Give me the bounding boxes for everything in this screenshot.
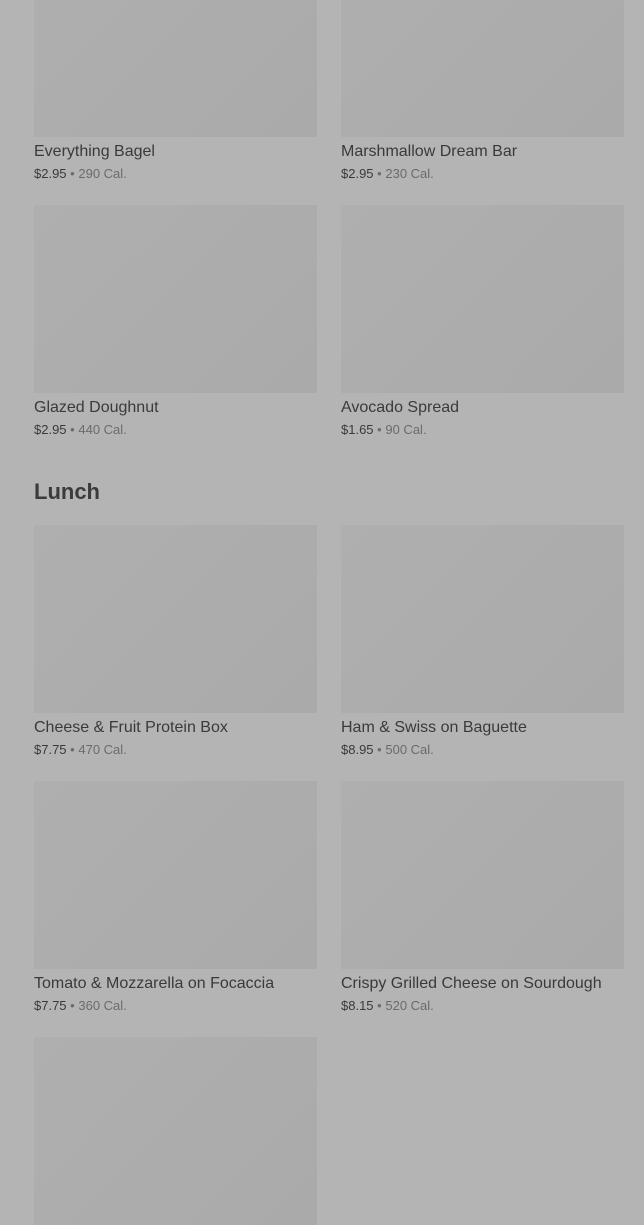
item-price: $7.75 [34, 998, 67, 1013]
menu-item-card[interactable]: Glazed Doughnut $2.95 • 440 Cal. [34, 205, 317, 437]
item-name: Everything Bagel [34, 143, 155, 160]
item-price: $2.95 [34, 422, 67, 437]
item-meta: $8.95 • 500 Cal. [341, 742, 624, 757]
item-price: $1.65 [341, 422, 374, 437]
item-meta: $1.65 • 90 Cal. [341, 422, 624, 437]
item-image-placeholder [34, 205, 317, 393]
item-name: Crispy Grilled Cheese on Sourdough [341, 975, 602, 992]
section-title-lunch: Lunch [34, 479, 100, 504]
menu-item-card-partial[interactable] [34, 1037, 317, 1225]
item-price: $8.95 [341, 742, 374, 757]
menu-item-card[interactable]: Everything Bagel $2.95 • 290 Cal. [34, 0, 317, 181]
item-meta: $2.95 • 440 Cal. [34, 422, 317, 437]
item-image-placeholder [34, 1037, 317, 1225]
meta-separator: • [70, 422, 75, 437]
item-calories: 230 Cal. [385, 166, 434, 181]
item-calories: 360 Cal. [78, 998, 127, 1013]
item-name: Cheese & Fruit Protein Box [34, 719, 228, 736]
item-name: Glazed Doughnut [34, 399, 159, 416]
item-name: Ham & Swiss on Baguette [341, 719, 527, 736]
item-image-placeholder [34, 525, 317, 713]
item-image-placeholder [34, 0, 317, 137]
lunch-grid: Cheese & Fruit Protein Box $7.75 • 470 C… [34, 525, 624, 757]
meta-separator: • [70, 998, 75, 1013]
item-calories: 90 Cal. [385, 422, 427, 437]
lunch-grid-row2: Tomato & Mozzarella on Focaccia $7.75 • … [34, 781, 624, 1013]
breakfast-grid: Everything Bagel $2.95 • 290 Cal. Marshm… [34, 0, 624, 181]
item-calories: 440 Cal. [78, 422, 127, 437]
item-meta: $2.95 • 230 Cal. [341, 166, 624, 181]
item-price: $2.95 [341, 166, 374, 181]
menu-page: Everything Bagel $2.95 • 290 Cal. Marshm… [34, 0, 624, 1225]
item-name: Marshmallow Dream Bar [341, 143, 518, 160]
item-image-placeholder [341, 781, 624, 969]
item-price: $8.15 [341, 998, 374, 1013]
meta-separator: • [377, 422, 382, 437]
menu-item-card[interactable]: Ham & Swiss on Baguette $8.95 • 500 Cal. [341, 525, 624, 757]
breakfast-grid-row2: Glazed Doughnut $2.95 • 440 Cal. Avocado… [34, 205, 624, 437]
item-price: $7.75 [34, 742, 67, 757]
meta-separator: • [377, 166, 382, 181]
item-image-placeholder [34, 781, 317, 969]
item-meta: $7.75 • 470 Cal. [34, 742, 317, 757]
menu-item-card[interactable]: Marshmallow Dream Bar $2.95 • 230 Cal. [341, 0, 624, 181]
item-price: $2.95 [34, 166, 67, 181]
item-calories: 520 Cal. [385, 998, 434, 1013]
item-image-placeholder [341, 205, 624, 393]
item-image-placeholder [341, 525, 624, 713]
meta-separator: • [377, 998, 382, 1013]
meta-separator: • [70, 166, 75, 181]
lunch-grid-row3 [34, 1037, 624, 1225]
item-calories: 290 Cal. [78, 166, 127, 181]
menu-item-card[interactable]: Cheese & Fruit Protein Box $7.75 • 470 C… [34, 525, 317, 757]
item-calories: 500 Cal. [385, 742, 434, 757]
item-image-placeholder [341, 0, 624, 137]
menu-item-card[interactable]: Avocado Spread $1.65 • 90 Cal. [341, 205, 624, 437]
menu-item-card[interactable]: Tomato & Mozzarella on Focaccia $7.75 • … [34, 781, 317, 1013]
item-name: Avocado Spread [341, 399, 460, 416]
item-calories: 470 Cal. [78, 742, 127, 757]
item-meta: $2.95 • 290 Cal. [34, 166, 317, 181]
meta-separator: • [70, 742, 75, 757]
item-meta: $7.75 • 360 Cal. [34, 998, 317, 1013]
item-meta: $8.15 • 520 Cal. [341, 998, 624, 1013]
item-name: Tomato & Mozzarella on Focaccia [34, 975, 275, 992]
menu-item-card[interactable]: Crispy Grilled Cheese on Sourdough $8.15… [341, 781, 624, 1013]
meta-separator: • [377, 742, 382, 757]
